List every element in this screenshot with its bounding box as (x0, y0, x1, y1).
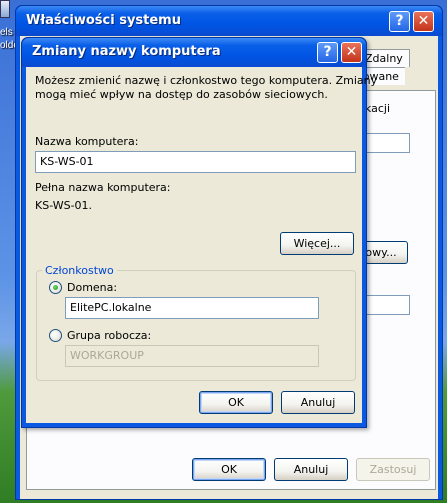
computer-name-input[interactable]: KS-WS-01 (35, 151, 356, 173)
help-button[interactable]: ? (389, 11, 410, 32)
ok-button[interactable]: OK (192, 458, 266, 481)
description-line-1: Możesz zmienić nazwę i członkostwo tego … (35, 74, 378, 87)
computer-name-dialog: Zmiany nazwy komputera ? ✕ Możesz zmieni… (21, 37, 377, 428)
help-icon: ? (323, 44, 332, 60)
dialog-help-button[interactable]: ? (317, 42, 338, 63)
full-name-label: Pełna nazwa komputera: (35, 181, 171, 194)
dialog-title-bar[interactable]: Zmiany nazwy komputera ? ✕ (22, 38, 366, 67)
more-button[interactable]: Więcej... (280, 232, 354, 255)
domain-label: Domena: (67, 281, 118, 294)
dialog-title: Zmiany nazwy komputera (32, 44, 221, 59)
desktop-icon[interactable] (0, 0, 10, 18)
close-button[interactable]: ✕ (413, 11, 434, 32)
title-bar[interactable]: Właściwości systemu ? ✕ (16, 6, 442, 36)
close-icon: ✕ (417, 13, 430, 29)
help-icon: ? (395, 13, 404, 29)
description-line-2: mogą mieć wpływ na dostęp do zasobów sie… (35, 88, 328, 101)
workgroup-radio[interactable] (49, 329, 62, 342)
window-title: Właściwości systemu (26, 13, 181, 28)
apply-button[interactable]: Zastosuj (356, 458, 430, 481)
domain-input[interactable]: ElitePC.lokalne (65, 297, 319, 319)
dialog-cancel-button[interactable]: Anuluj (281, 391, 355, 414)
domain-radio[interactable] (49, 281, 62, 294)
full-name-value: KS-WS-01. (35, 199, 93, 212)
close-icon: ✕ (345, 44, 358, 60)
dialog-ok-button[interactable]: OK (199, 391, 273, 414)
dialog-body: Możesz zmienić nazwę i członkostwo tego … (26, 67, 377, 423)
workgroup-label: Grupa robocza: (67, 329, 152, 342)
computer-name-label: Nazwa komputera: (35, 135, 139, 148)
dialog-close-button[interactable]: ✕ (341, 42, 362, 63)
workgroup-input[interactable]: WORKGROUP (65, 345, 319, 367)
cancel-button[interactable]: Anuluj (274, 458, 348, 481)
membership-group-label: Członkostwo (42, 264, 117, 277)
